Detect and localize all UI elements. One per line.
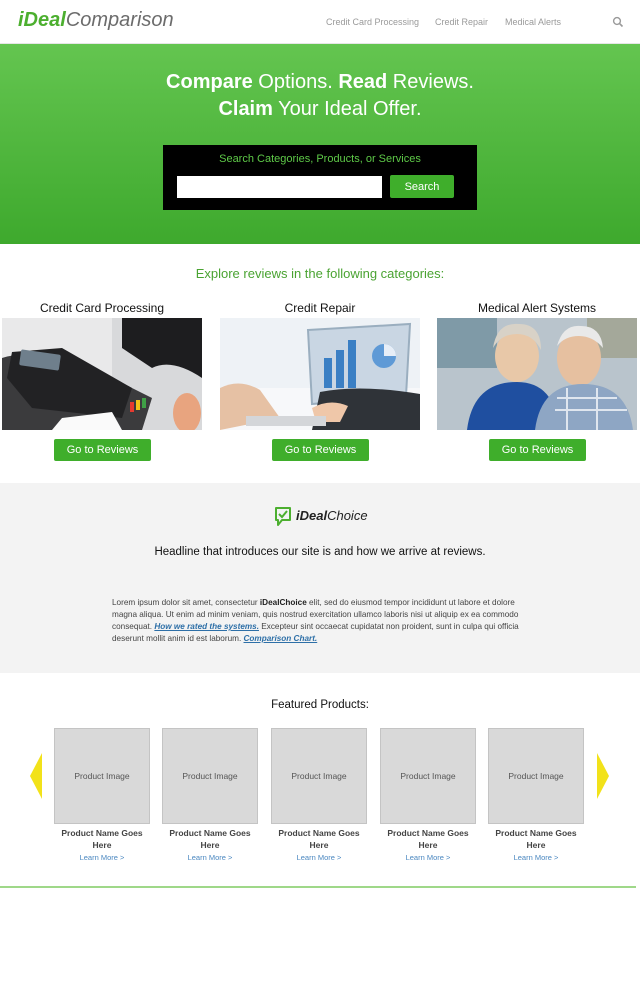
hero-word-claim: Claim	[218, 98, 273, 120]
category-medical-alert-systems: Medical Alert Systems Go to Reviews	[437, 301, 637, 461]
seniors-image[interactable]	[437, 318, 637, 430]
hero-text-options: Options.	[252, 71, 339, 93]
product-name[interactable]: Product Name Goes Here	[488, 827, 584, 851]
footer-divider	[0, 886, 636, 888]
hero-word-read: Read	[338, 71, 388, 93]
carousel-next-arrow-icon[interactable]	[597, 753, 609, 799]
product-name[interactable]: Product Name Goes Here	[54, 827, 150, 851]
ideal-choice-section: iDealChoice Headline that introduces our…	[0, 483, 640, 673]
product-card: Product Image Product Name Goes Here Lea…	[380, 728, 476, 862]
go-to-reviews-button[interactable]: Go to Reviews	[489, 439, 586, 461]
product-image[interactable]: Product Image	[488, 728, 584, 824]
speech-check-icon	[275, 507, 291, 526]
hero-headline-line1: Compare Options. Read Reviews.	[0, 69, 640, 95]
product-card: Product Image Product Name Goes Here Lea…	[162, 728, 258, 862]
search-input[interactable]	[177, 176, 382, 198]
ideal-choice-bold: iDeal	[296, 508, 328, 523]
search-label: Search Categories, Products, or Services	[219, 153, 421, 165]
nav-credit-repair[interactable]: Credit Repair	[435, 17, 488, 27]
category-credit-card-processing: Credit Card Processing Go to Reviews	[2, 301, 202, 461]
product-image[interactable]: Product Image	[54, 728, 150, 824]
learn-more-link[interactable]: Learn More >	[54, 853, 150, 862]
how-we-rated-link[interactable]: How we rated the systems.	[154, 622, 259, 631]
ideal-choice-wordmark: iDealChoice	[296, 508, 368, 523]
hero-headline-line2: Claim Your Ideal Offer.	[0, 96, 640, 122]
logo-part-ideal: iDeal	[18, 9, 66, 31]
site-header: iDealComparison Credit Card Processing C…	[0, 0, 640, 44]
product-name[interactable]: Product Name Goes Here	[380, 827, 476, 851]
comparison-chart-link[interactable]: Comparison Chart.	[244, 634, 318, 643]
featured-products-title: Featured Products:	[271, 699, 369, 711]
product-card: Product Image Product Name Goes Here Lea…	[271, 728, 367, 862]
product-image[interactable]: Product Image	[271, 728, 367, 824]
ideal-choice-rest: Choice	[327, 508, 368, 523]
search-icon[interactable]	[612, 16, 624, 28]
category-title: Credit Card Processing	[39, 301, 165, 315]
nav-medical-alerts[interactable]: Medical Alerts	[505, 17, 561, 27]
hero-word-compare: Compare	[166, 71, 253, 93]
card-terminal-image[interactable]	[2, 318, 202, 430]
go-to-reviews-button[interactable]: Go to Reviews	[54, 439, 151, 461]
intro-text: Lorem ipsum dolor sit amet, consectetur	[112, 598, 260, 607]
site-logo[interactable]: iDealComparison	[18, 7, 174, 33]
intro-brand: iDealChoice	[259, 598, 307, 607]
go-to-reviews-button[interactable]: Go to Reviews	[272, 439, 369, 461]
carousel-prev-arrow-icon[interactable]	[30, 753, 42, 799]
hero-text-reviews: Reviews.	[387, 71, 474, 93]
product-name[interactable]: Product Name Goes Here	[162, 827, 258, 851]
product-image[interactable]: Product Image	[162, 728, 258, 824]
category-credit-repair: Credit Repair Go to Reviews	[220, 301, 420, 461]
category-title: Medical Alert Systems	[477, 301, 597, 315]
logo-part-comparison: Comparison	[65, 9, 174, 31]
category-title: Credit Repair	[284, 301, 356, 315]
learn-more-link[interactable]: Learn More >	[380, 853, 476, 862]
search-panel: Search Categories, Products, or Services…	[163, 145, 477, 210]
product-card: Product Image Product Name Goes Here Lea…	[488, 728, 584, 862]
learn-more-link[interactable]: Learn More >	[271, 853, 367, 862]
search-button[interactable]: Search	[390, 175, 454, 198]
product-card: Product Image Product Name Goes Here Lea…	[54, 728, 150, 862]
intro-headline: Headline that introduces our site is and…	[154, 546, 486, 558]
nav-credit-card-processing[interactable]: Credit Card Processing	[326, 17, 419, 27]
hero-banner: Compare Options. Read Reviews. Claim You…	[0, 44, 640, 244]
learn-more-link[interactable]: Learn More >	[488, 853, 584, 862]
categories-heading: Explore reviews in the following categor…	[195, 266, 445, 281]
ideal-choice-logo: iDealChoice	[273, 505, 373, 529]
hero-text-offer: Your Ideal Offer.	[272, 98, 422, 120]
product-name[interactable]: Product Name Goes Here	[271, 827, 367, 851]
intro-paragraph: Lorem ipsum dolor sit amet, consectetur …	[112, 597, 532, 645]
product-image[interactable]: Product Image	[380, 728, 476, 824]
learn-more-link[interactable]: Learn More >	[162, 853, 258, 862]
credit-repair-image[interactable]	[220, 318, 420, 430]
